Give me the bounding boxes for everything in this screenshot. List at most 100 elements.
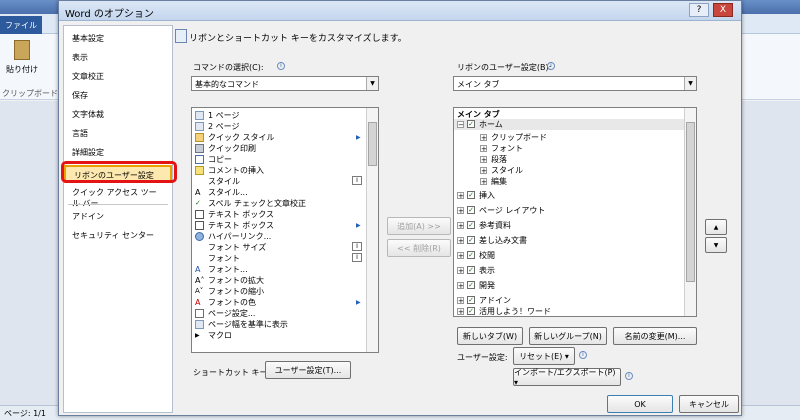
nav-item-save[interactable]: 保存 (64, 87, 172, 105)
add-button[interactable]: 追加(A) >> (387, 217, 451, 235)
expand-icon[interactable]: + (480, 167, 487, 175)
scroll-thumb[interactable] (368, 122, 377, 166)
list-item[interactable]: コメントの挿入 (192, 165, 366, 176)
checkbox-icon[interactable]: ✓ (467, 296, 475, 304)
list-item[interactable]: ページ設定... (192, 308, 366, 319)
expand-icon[interactable]: + (457, 222, 464, 230)
list-item[interactable]: A フォント... (192, 264, 366, 275)
list-item[interactable]: テキスト ボックス (192, 209, 366, 220)
copy-icon (195, 155, 204, 164)
list-item[interactable]: フォント I (192, 253, 366, 264)
tree-node[interactable]: + ✓ 差し込み文書 (454, 235, 684, 246)
one-page-icon (195, 111, 204, 120)
expand-icon[interactable]: + (480, 145, 487, 153)
checkbox-icon[interactable]: ✓ (467, 236, 475, 244)
nav-item-trust-center[interactable]: セキュリティ センター (64, 227, 172, 245)
collapse-icon[interactable]: − (457, 121, 464, 129)
list-item[interactable]: ✓ スペル チェックと文章校正 (192, 198, 366, 209)
list-item[interactable]: クイック印刷 (192, 143, 366, 154)
list-item[interactable]: ハイパーリンク... (192, 231, 366, 242)
remove-button[interactable]: << 削除(R) (387, 239, 451, 257)
list-item[interactable]: クイック スタイル ▶ (192, 132, 366, 143)
checkbox-icon[interactable]: ✓ (467, 307, 475, 315)
commands-list[interactable]: 1 ページ 2 ページ クイック スタイル ▶ クイック印刷 コピー コメントの挿… (191, 107, 379, 353)
list-item[interactable]: テキスト ボックス ▶ (192, 220, 366, 231)
tree-group[interactable]: + 段落 (454, 154, 684, 165)
tree-node[interactable]: + ✓ 表示 (454, 265, 684, 276)
expand-icon[interactable]: + (457, 207, 464, 215)
tree-node[interactable]: + ✓ 活用しよう！ワード (454, 306, 684, 316)
tree-group[interactable]: + 編集 (454, 176, 684, 187)
move-up-button[interactable]: ▲ (705, 219, 727, 235)
nav-item-proofing[interactable]: 文章校正 (64, 68, 172, 86)
checkbox-icon[interactable]: ✓ (467, 120, 475, 128)
nav-item-advanced[interactable]: 詳細設定 (64, 144, 172, 162)
tree-node-home[interactable]: − ✓ ホーム (454, 119, 684, 130)
checkbox-icon[interactable]: ✓ (467, 281, 475, 289)
file-tab[interactable]: ファイル (0, 16, 42, 34)
help-button[interactable]: ? (689, 3, 709, 17)
tree-node[interactable]: + ✓ 校閲 (454, 250, 684, 261)
user-settings-label: ユーザー設定: (457, 353, 508, 362)
list-item[interactable]: ページ幅を基準に表示 (192, 319, 366, 330)
ok-button[interactable]: OK (607, 395, 673, 413)
rename-button[interactable]: 名前の変更(M)... (613, 327, 697, 345)
reset-button[interactable]: リセット(E) ▾ (513, 347, 575, 365)
ribbon-tree[interactable]: メイン タブ − ✓ ホーム + クリップボード + フォント + 段落 + スタイル … (453, 107, 697, 317)
list-item[interactable]: 2 ページ (192, 121, 366, 132)
list-item[interactable]: A˅ フォントの縮小 (192, 286, 366, 297)
expand-icon[interactable]: + (457, 267, 464, 275)
commands-dropdown[interactable]: 基本的なコマンド ▼ (191, 76, 379, 91)
checkbox-icon[interactable]: ✓ (467, 221, 475, 229)
expand-icon[interactable]: + (457, 282, 464, 290)
customize-shortcut-button[interactable]: ユーザー設定(T)... (265, 361, 351, 379)
expand-icon[interactable]: + (457, 192, 464, 200)
list-item[interactable]: A スタイル... (192, 187, 366, 198)
checkbox-icon[interactable]: ✓ (467, 266, 475, 274)
list-item[interactable]: A˄ フォントの拡大 (192, 275, 366, 286)
new-group-button[interactable]: 新しいグループ(N) (529, 327, 607, 345)
cancel-button[interactable]: キャンセル (679, 395, 739, 413)
info-icon: i (579, 351, 587, 359)
tree-group[interactable]: + クリップボード (454, 132, 684, 143)
tree-group[interactable]: + スタイル (454, 165, 684, 176)
nav-item-addins[interactable]: アドイン (64, 208, 172, 226)
list-item[interactable]: A フォントの色 ▶ (192, 297, 366, 308)
import-export-button[interactable]: インポート/エクスポート(P) ▾ (513, 368, 621, 387)
ribbon-dropdown[interactable]: メイン タブ ▼ (453, 76, 697, 91)
list-item[interactable]: スタイル I (192, 176, 366, 187)
list-item[interactable]: フォント サイズ I (192, 242, 366, 253)
new-tab-button[interactable]: 新しいタブ(W) (457, 327, 523, 345)
expand-icon[interactable]: + (457, 252, 464, 260)
tree-scrollbar[interactable] (684, 108, 696, 316)
list-item[interactable]: コピー (192, 154, 366, 165)
arrow-down-icon: ▼ (713, 241, 719, 249)
nav-item-general[interactable]: 基本設定 (64, 30, 172, 48)
move-down-button[interactable]: ▼ (705, 237, 727, 253)
nav-item-quick-access[interactable]: クイック アクセス ツール バー (64, 184, 172, 208)
expand-icon[interactable]: + (457, 308, 464, 316)
nav-item-display[interactable]: 表示 (64, 49, 172, 67)
checkbox-icon[interactable]: ✓ (467, 206, 475, 214)
tree-node[interactable]: + ✓ 開発 (454, 280, 684, 291)
expand-icon[interactable]: + (457, 297, 464, 305)
list-item[interactable]: ▶ マクロ (192, 330, 366, 341)
nav-item-language[interactable]: 言語 (64, 125, 172, 143)
commands-scrollbar[interactable] (366, 108, 378, 352)
expand-icon[interactable]: + (480, 178, 487, 186)
list-item[interactable]: 1 ページ (192, 110, 366, 121)
tree-node[interactable]: + ✓ ページ レイアウト (454, 205, 684, 216)
expand-icon[interactable]: + (457, 237, 464, 245)
tree-group[interactable]: + フォント (454, 143, 684, 154)
expand-icon[interactable]: + (480, 156, 487, 164)
expand-icon[interactable]: + (480, 134, 487, 142)
tree-node[interactable]: + ✓ 参考資料 (454, 220, 684, 231)
checkbox-icon[interactable]: ✓ (467, 191, 475, 199)
checkbox-icon[interactable]: ✓ (467, 251, 475, 259)
close-button[interactable]: X (713, 3, 733, 17)
tree-node[interactable]: + ✓ アドイン (454, 295, 684, 306)
tree-node[interactable]: + ✓ 挿入 (454, 190, 684, 201)
nav-item-typography[interactable]: 文字体裁 (64, 106, 172, 124)
paste-icon[interactable] (14, 40, 30, 60)
scroll-thumb[interactable] (686, 122, 695, 282)
